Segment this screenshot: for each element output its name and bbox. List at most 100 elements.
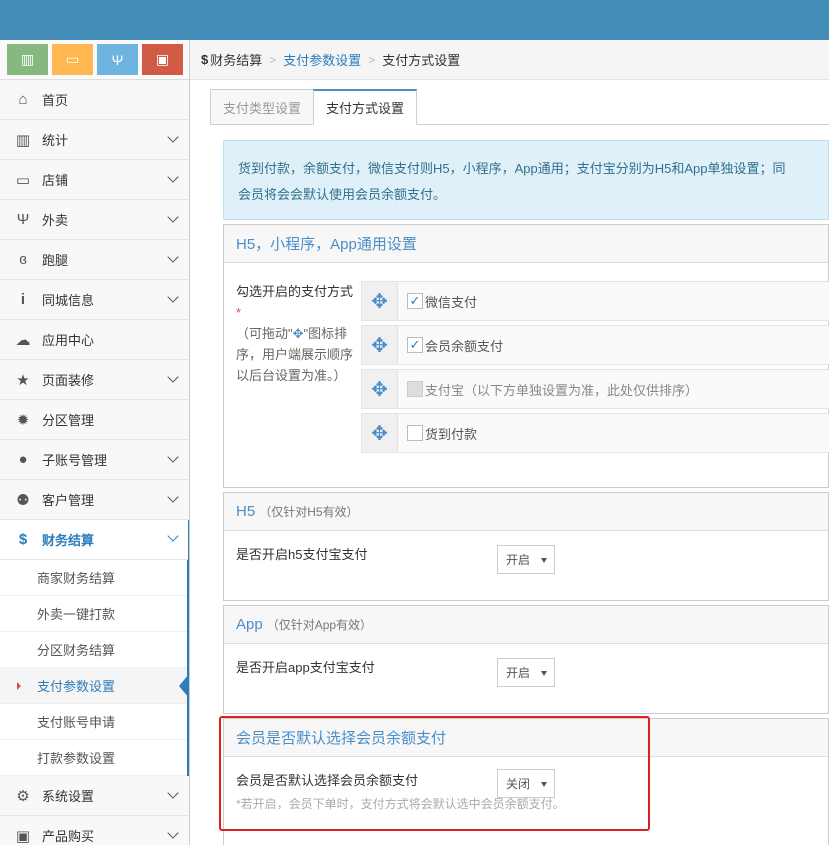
- submenu-zone-settlement[interactable]: 分区财务结算: [0, 632, 187, 668]
- move-icon[interactable]: ✥: [362, 414, 398, 452]
- caret-down-icon: [541, 782, 547, 787]
- h5-alipay-select[interactable]: 开启: [497, 545, 555, 574]
- panel-title-main: App: [236, 616, 263, 633]
- checkbox-cod[interactable]: [407, 425, 423, 441]
- sort-label: 勾选开启的支付方式 * （可拖动"✥"图标排序，用户端展示顺序以后台设置为准。）: [236, 281, 356, 386]
- sidebar-item-label: 统计: [42, 133, 69, 148]
- notice-line: 会员将会会默认使用会员余额支付。: [238, 187, 447, 202]
- sidebar-item-label: 分区管理: [42, 413, 95, 428]
- sidebar-item-stats[interactable]: ▥ 统计: [0, 120, 189, 160]
- utensils-icon[interactable]: Ψ: [97, 44, 138, 75]
- list-item: ✥ ✓ 会员余额支付: [361, 325, 829, 365]
- panel-title: H5 （仅针对H5有效）: [224, 493, 828, 531]
- breadcrumb-home[interactable]: 财务结算: [210, 50, 262, 69]
- finance-submenu: 商家财务结算 外卖一键打款 分区财务结算 支付参数设置 支付账号申请 打款参数设…: [0, 560, 189, 776]
- panel-body: 是否开启h5支付宝支付 开启: [224, 531, 828, 593]
- sidebar-item-page-decor[interactable]: ★ 页面装修: [0, 360, 189, 400]
- sidebar-item-label: 同城信息: [42, 293, 95, 308]
- submenu-payment-account[interactable]: 支付账号申请: [0, 704, 187, 740]
- sidebar-item-label: 客户管理: [42, 493, 95, 508]
- monitor-icon[interactable]: ▭: [52, 44, 93, 75]
- submenu-payment-params[interactable]: 支付参数设置: [0, 668, 189, 704]
- sidebar-item-app-center[interactable]: ☁ 应用中心: [0, 320, 189, 360]
- sidebar-item-label: 产品购买: [42, 829, 95, 844]
- bar-chart-icon: ▥: [15, 131, 31, 149]
- app-alipay-select[interactable]: 开启: [497, 658, 555, 687]
- sidebar-item-label: 首页: [42, 93, 69, 108]
- move-icon[interactable]: ✥: [362, 326, 398, 364]
- h5-panel: H5 （仅针对H5有效） 是否开启h5支付宝支付 开启: [223, 492, 829, 601]
- chevron-down-icon: [167, 787, 179, 799]
- home-icon: ⌂: [18, 91, 28, 108]
- sidebar-item-label: 店铺: [42, 173, 69, 188]
- briefcase-icon[interactable]: ▣: [142, 44, 183, 75]
- sidebar-item-city-info[interactable]: i 同城信息: [0, 280, 189, 320]
- tab-payment-method[interactable]: 支付方式设置: [313, 89, 418, 125]
- sidebar-item-label: 页面装修: [42, 373, 95, 388]
- sidebar-item-finance[interactable]: $ 财务结算: [0, 520, 189, 560]
- chevron-down-icon: [167, 251, 179, 263]
- tab-divider: [210, 124, 829, 125]
- bar-chart-icon[interactable]: ▥: [7, 44, 48, 75]
- breadcrumb-current: 支付方式设置: [382, 53, 461, 68]
- sidebar-item-home[interactable]: ⌂ 首页: [0, 80, 189, 120]
- list-item: ✥ 支付宝（以下方单独设置为准，此处仅供排序）: [361, 369, 829, 409]
- main-content: $ 财务结算 > 支付参数设置 > 支付方式设置 支付类型设置 支付方式设置 货…: [190, 40, 829, 845]
- caret-down-icon: [541, 671, 547, 676]
- sidebar-item-label: 应用中心: [42, 333, 95, 348]
- move-icon[interactable]: ✥: [362, 370, 398, 408]
- panel-title: 会员是否默认选择会员余额支付: [224, 719, 828, 757]
- sidebar-item-store[interactable]: ▭ 店铺: [0, 160, 189, 200]
- chevron-down-icon: [167, 827, 179, 839]
- sidebar: ▥ ▭ Ψ ▣ ⌂ 首页 ▥ 统计 ▭ 店铺 Ψ 外卖 ɞ 跑腿 i 同城信息 …: [0, 40, 190, 845]
- caret-right-icon: [17, 682, 21, 690]
- breadcrumb-level2[interactable]: 支付参数设置: [283, 50, 361, 69]
- sidebar-item-subaccount[interactable]: ● 子账号管理: [0, 440, 189, 480]
- sidebar-item-errand[interactable]: ɞ 跑腿: [0, 240, 189, 280]
- sidebar-item-system[interactable]: ⚙ 系统设置: [0, 776, 189, 816]
- chevron-down-icon: [167, 211, 179, 223]
- sidebar-item-label: 子账号管理: [42, 453, 108, 468]
- shopping-bag-icon: ▣: [15, 827, 31, 845]
- member-balance-select[interactable]: 关闭: [497, 769, 555, 798]
- submenu-payout-params[interactable]: 打款参数设置: [0, 740, 187, 776]
- list-item: ✥ ✓ 微信支付: [361, 281, 829, 321]
- submenu-merchant-settlement[interactable]: 商家财务结算: [0, 560, 187, 596]
- notice-line: 货到付款，余额支付，微信支付则H5，小程序，App通用；支付宝分别为H5和App…: [238, 161, 786, 176]
- checkbox-balance[interactable]: ✓: [407, 337, 423, 353]
- sidebar-item-purchase[interactable]: ▣ 产品购买: [0, 816, 189, 845]
- tab-payment-type[interactable]: 支付类型设置: [210, 89, 315, 125]
- select-value: 关闭: [506, 777, 531, 791]
- sortable-payment-list: ✥ ✓ 微信支付 ✥ ✓ 会员余额支付 ✥ 支付宝（以下方单独设置为准，此处仅供…: [361, 281, 829, 457]
- bicycle-icon: ɞ: [19, 251, 27, 268]
- info-icon: i: [20, 291, 26, 308]
- move-icon: ✥: [292, 326, 304, 341]
- checkbox-wechat[interactable]: ✓: [407, 293, 423, 309]
- caret-down-icon: [541, 558, 547, 563]
- sidebar-item-label: 财务结算: [42, 533, 95, 548]
- form-row: 会员是否默认选择会员余额支付 关闭: [236, 769, 816, 799]
- breadcrumb-separator: >: [368, 52, 376, 67]
- payment-label: 会员余额支付: [425, 338, 504, 354]
- general-settings-panel: H5，小程序，App通用设置 勾选开启的支付方式 * （可拖动"✥"图标排序，用户…: [223, 224, 829, 488]
- sidebar-item-zone[interactable]: ✹ 分区管理: [0, 400, 189, 440]
- chevron-down-icon: [167, 451, 179, 463]
- shortcut-bar: ▥ ▭ Ψ ▣: [0, 40, 189, 80]
- sidebar-item-takeout[interactable]: Ψ 外卖: [0, 200, 189, 240]
- submenu-takeout-payout[interactable]: 外卖一键打款: [0, 596, 187, 632]
- app-panel: App （仅针对App有效） 是否开启app支付宝支付 开启: [223, 605, 829, 714]
- select-value: 开启: [506, 666, 531, 680]
- monitor-icon: ▭: [15, 171, 31, 189]
- sort-label-text: 勾选开启的支付方式: [236, 284, 354, 299]
- utensils-icon: Ψ: [16, 211, 30, 228]
- payment-label: 支付宝（以下方单独设置为准，此处仅供排序）: [425, 382, 699, 398]
- hint-pre: （可拖动": [236, 326, 293, 341]
- sidebar-item-customers[interactable]: ⚉ 客户管理: [0, 480, 189, 520]
- cloud-icon: ☁: [15, 331, 31, 349]
- payment-label: 货到付款: [425, 426, 478, 442]
- users-icon: ⚉: [16, 491, 30, 509]
- field-label: 是否开启h5支付宝支付: [236, 546, 368, 562]
- move-icon[interactable]: ✥: [362, 282, 398, 320]
- checkbox-alipay: [407, 381, 423, 397]
- breadcrumb: $ 财务结算 > 支付参数设置 > 支付方式设置: [190, 40, 829, 80]
